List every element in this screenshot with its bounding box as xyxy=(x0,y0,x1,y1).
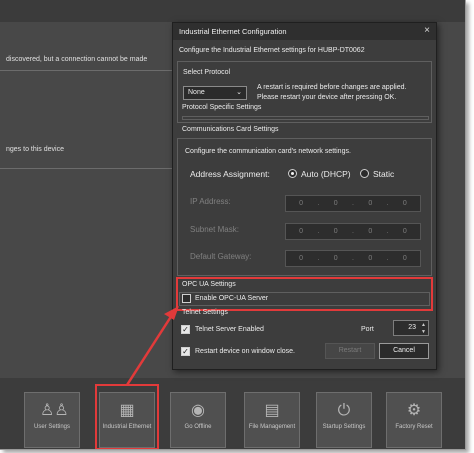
arrow-head xyxy=(164,306,179,320)
arrow-line xyxy=(125,314,174,386)
callout-arrow xyxy=(125,306,179,386)
